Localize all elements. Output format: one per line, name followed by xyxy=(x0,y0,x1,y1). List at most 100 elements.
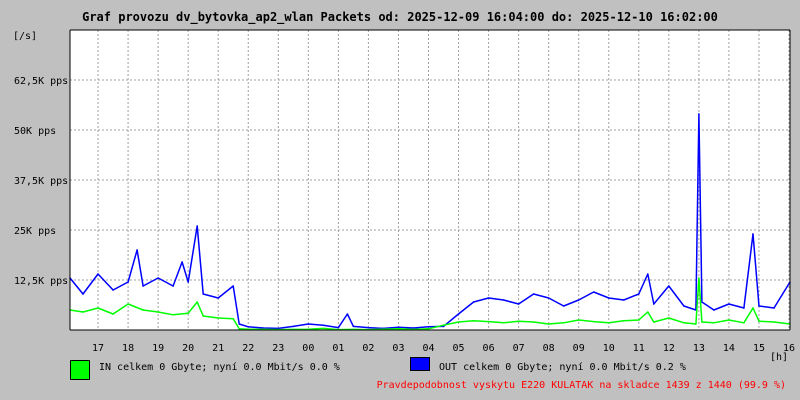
series-in-point xyxy=(728,319,730,321)
series-out-point xyxy=(728,303,730,305)
series-in-point xyxy=(698,277,700,279)
series-in-point xyxy=(238,328,241,330)
series-out-point xyxy=(112,289,114,291)
series-out-point xyxy=(232,285,235,287)
x-tick-label: 11 xyxy=(633,343,645,354)
series-in-point xyxy=(743,322,745,324)
series-in-point xyxy=(157,311,159,313)
legend-in-text: IN celkem 0 Gbyte; nyní 0.0 Mbit/s 0.0 % xyxy=(99,362,340,373)
series-in-point xyxy=(683,322,685,324)
series-out-point xyxy=(502,299,505,301)
series-in-point xyxy=(442,324,445,327)
series-out-point xyxy=(562,305,565,307)
series-in-point xyxy=(127,303,129,305)
series-out-point xyxy=(713,309,715,311)
series-in-point xyxy=(322,327,325,330)
series-out-point xyxy=(322,324,325,327)
series-in-point xyxy=(232,318,235,320)
x-tick-label: 07 xyxy=(513,343,525,354)
x-tick-label: 23 xyxy=(272,343,284,354)
series-out-point xyxy=(142,285,144,287)
series-in-point xyxy=(695,323,697,325)
series-in-point xyxy=(713,322,715,324)
series-in-point xyxy=(752,307,754,309)
traffic-chart: 12,5K pps 25K pps 37,5K pps 50K pps 62,5K pp… xyxy=(14,29,795,363)
series-out-point xyxy=(457,313,460,315)
y-tick-label: 62,5K pps xyxy=(14,76,68,87)
series-in-point xyxy=(172,314,174,316)
series-in-point xyxy=(592,320,595,323)
series-out-point xyxy=(592,291,595,293)
series-out-point xyxy=(397,326,400,329)
x-tick-label: 05 xyxy=(453,343,465,354)
series-out-point xyxy=(532,293,535,295)
series-out-point xyxy=(181,261,183,263)
series-in-point xyxy=(668,317,670,319)
series-in-point xyxy=(502,322,505,324)
x-tick-label: 00 xyxy=(302,343,314,354)
x-tick-label: 10 xyxy=(603,343,615,354)
series-out-point xyxy=(157,277,159,279)
series-in-point xyxy=(758,320,760,323)
x-tick-label: 02 xyxy=(362,343,374,354)
series-in-point xyxy=(607,322,610,324)
x-tick-label: 03 xyxy=(392,343,404,354)
x-tick-label: 06 xyxy=(483,343,495,354)
x-tick-label: 21 xyxy=(212,343,224,354)
series-out-point xyxy=(653,303,655,305)
x-tick-label: 12 xyxy=(663,343,675,354)
series-out-point xyxy=(307,323,310,325)
series-out-point xyxy=(247,326,250,328)
series-out-point xyxy=(622,299,625,301)
series-in-point xyxy=(472,320,475,322)
y-tick-label: 37,5K pps xyxy=(14,176,68,187)
series-out-point xyxy=(412,327,415,329)
series-in-point xyxy=(457,321,460,323)
y-tick-label: 50K pps xyxy=(14,126,56,137)
x-tick-label: 22 xyxy=(242,343,254,354)
series-out-point xyxy=(547,297,550,299)
series-out-point xyxy=(202,293,204,295)
series-in-point xyxy=(397,328,400,330)
series-in-point xyxy=(427,328,430,330)
series-out-point xyxy=(487,297,490,299)
series-out-point xyxy=(773,307,775,309)
series-out-point xyxy=(337,326,340,329)
x-tick-label: 13 xyxy=(693,343,705,354)
series-out-point xyxy=(136,249,138,251)
x-tick-label: 08 xyxy=(543,343,555,354)
series-in-point xyxy=(577,319,580,321)
series-in-point xyxy=(187,312,189,315)
x-tick-label: 15 xyxy=(753,343,765,354)
x-axis-unit-label: [h] xyxy=(770,352,788,363)
y-tick-label: 12,5K pps xyxy=(14,276,68,287)
series-out-point xyxy=(517,303,520,305)
series-out-point xyxy=(262,327,265,329)
x-tick-label: 01 xyxy=(332,343,344,354)
series-out-point xyxy=(683,305,685,307)
series-out-point xyxy=(127,281,129,283)
legend-out-swatch xyxy=(410,357,430,371)
series-out-point xyxy=(346,313,349,315)
series-in-point xyxy=(532,321,535,323)
series-out-point xyxy=(637,293,640,295)
x-tick-label: 09 xyxy=(573,343,585,354)
series-out-point xyxy=(698,113,700,115)
series-out-point xyxy=(427,326,430,328)
x-tick-label: 19 xyxy=(152,343,164,354)
series-out-point xyxy=(172,285,174,287)
x-tick-label: 14 xyxy=(723,343,735,354)
series-out-point xyxy=(82,293,84,295)
series-in-point xyxy=(562,322,565,324)
x-tick-label: 04 xyxy=(422,343,434,354)
series-out-point xyxy=(238,323,241,325)
x-tick-label: 20 xyxy=(182,343,194,354)
series-out-point xyxy=(196,225,198,227)
series-in-point xyxy=(202,315,204,317)
footer-probability-note: Pravdepodobnost vyskytu E220 KULATAK na … xyxy=(376,380,786,391)
series-in-point xyxy=(647,311,649,313)
series-out-point xyxy=(668,285,670,287)
series-out-point xyxy=(187,281,189,283)
series-out-point xyxy=(292,325,295,328)
series-in-point xyxy=(142,309,144,311)
